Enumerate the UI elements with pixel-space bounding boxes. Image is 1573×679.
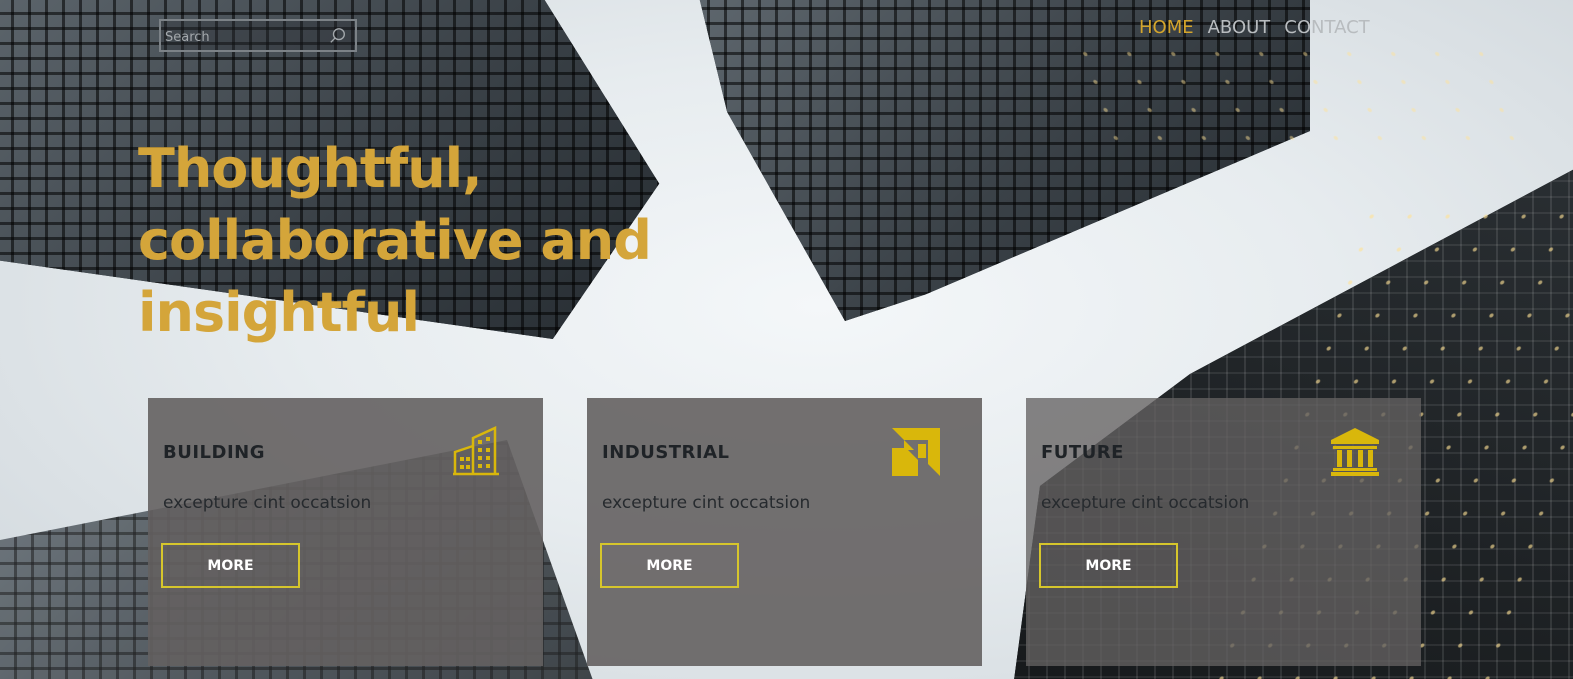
card-description: excepture cint occatsion	[602, 493, 811, 513]
building-icon	[453, 426, 499, 476]
more-button[interactable]: MORE	[161, 543, 300, 588]
arrow-logo-icon	[892, 428, 940, 476]
card-description: excepture cint occatsion	[1041, 493, 1250, 513]
card-building: BUILDING excepture cint occatsion MORE	[148, 398, 543, 666]
more-button[interactable]: MORE	[600, 543, 739, 588]
window-lights-top	[1058, 40, 1522, 160]
bank-icon	[1331, 428, 1379, 476]
search-box	[159, 19, 357, 52]
card-title: BUILDING	[163, 442, 265, 463]
card-description: excepture cint occatsion	[163, 493, 372, 513]
nav-item-contact[interactable]: CONTACT	[1284, 17, 1369, 38]
search-input[interactable]	[161, 23, 315, 52]
more-button[interactable]: MORE	[1039, 543, 1178, 588]
search-icon[interactable]	[329, 27, 347, 45]
nav-item-home[interactable]: HOME	[1139, 17, 1194, 38]
card-title: INDUSTRIAL	[602, 442, 730, 463]
card-industrial: INDUSTRIAL excepture cint occatsion MORE	[587, 398, 982, 666]
nav-item-about[interactable]: ABOUT	[1208, 17, 1271, 38]
hero-title: Thoughtful, collaborative and insightful	[138, 137, 652, 344]
card-title: FUTURE	[1041, 442, 1124, 463]
main-nav: HOME ABOUT CONTACT	[1139, 17, 1370, 38]
card-future: FUTURE excepture cint occatsion MORE	[1026, 398, 1421, 666]
